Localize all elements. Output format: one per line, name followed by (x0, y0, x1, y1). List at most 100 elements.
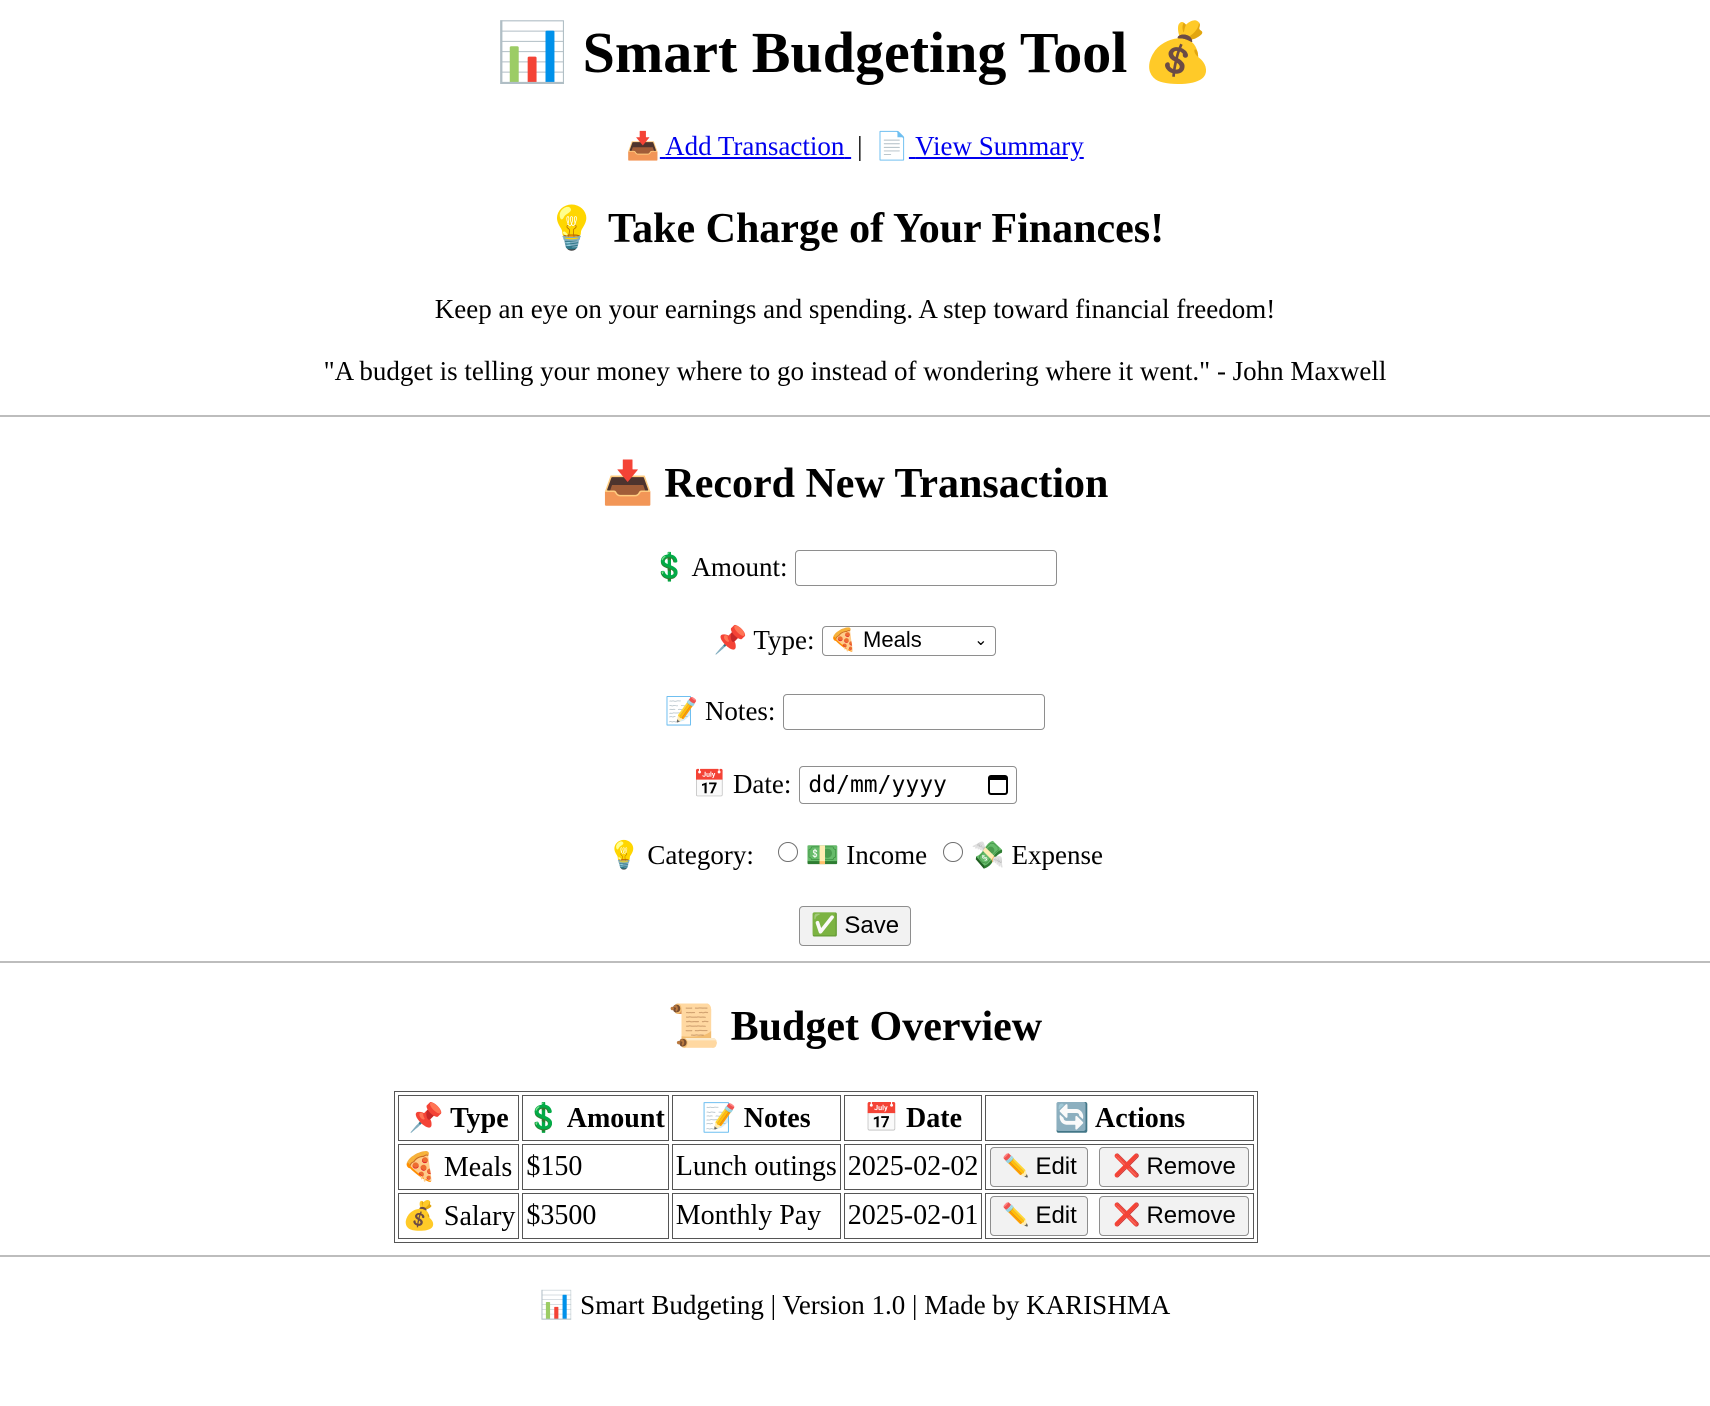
inbox-tray-icon: 📥 (601, 458, 654, 507)
calendar-picker-icon[interactable] (988, 774, 1009, 795)
save-button[interactable]: ✅ Save (799, 906, 911, 946)
income-option[interactable]: 💵 Income (806, 835, 927, 876)
notes-input[interactable] (783, 693, 1046, 730)
column-header-notes: 📝 Notes (671, 1095, 841, 1141)
cell-amount: $150 (522, 1144, 669, 1190)
column-header-type: 📌 Type (398, 1095, 520, 1141)
notes-label: 📝 Notes: (665, 691, 776, 732)
column-header-actions: 🔄 Actions (985, 1095, 1255, 1141)
category-row: 💡 Category: 💵 Income 💸 Expense (0, 835, 1710, 876)
expense-label: Expense (1011, 840, 1104, 870)
column-header-date: 📅 Date (843, 1095, 983, 1141)
page-title-text: Smart Budgeting Tool (582, 20, 1128, 85)
footer-text: Smart Budgeting | Version 1.0 | Made by … (580, 1290, 1171, 1320)
page-title: 📊 Smart Budgeting Tool 💰 (0, 14, 1710, 91)
memo-icon: 📝 (664, 696, 699, 727)
pizza-icon: 🍕 (402, 1149, 437, 1183)
form-heading-text: Record New Transaction (664, 461, 1109, 507)
amount-input[interactable] (795, 549, 1058, 586)
cell-type-text: Salary (443, 1200, 516, 1232)
pushpin-icon: 📌 (408, 1100, 444, 1134)
expense-radio[interactable] (943, 841, 964, 862)
save-row: ✅ Save (0, 906, 1710, 946)
cell-actions: ✏️ Edit ❌ Remove (985, 1144, 1255, 1190)
remove-button[interactable]: ❌ Remove (1099, 1196, 1250, 1236)
pencil-icon: ✏️ (1002, 1154, 1030, 1179)
type-label-text: Type: (753, 625, 815, 655)
add-transaction-label: Add Transaction (665, 131, 845, 161)
lightbulb-icon: 💡 (606, 840, 641, 871)
column-header-label: Date (906, 1102, 963, 1134)
cell-amount: $3500 (522, 1193, 669, 1239)
column-header-label: Type (450, 1102, 509, 1134)
pencil-icon: ✏️ (1002, 1203, 1030, 1228)
amount-label-text: Amount: (691, 552, 788, 582)
check-mark-icon: ✅ (810, 913, 839, 938)
edit-button[interactable]: ✏️ Edit (990, 1147, 1089, 1187)
cell-notes: Lunch outings (671, 1144, 841, 1190)
cell-type: 💰 Salary (398, 1193, 520, 1239)
date-label-text: Date: (732, 769, 792, 799)
table-row: 💰 Salary $3500 Monthly Pay 2025-02-01 ✏️… (398, 1193, 1255, 1239)
notes-label-text: Notes: (704, 696, 776, 726)
income-radio[interactable] (777, 841, 798, 862)
pizza-icon: 🍕 (829, 628, 857, 653)
bar-chart-icon: 📊 (495, 18, 569, 86)
column-header-label: Actions (1094, 1102, 1186, 1134)
intro-heading-text: Take Charge of Your Finances! (607, 206, 1165, 252)
column-header-label: Amount (566, 1102, 665, 1134)
money-bag-icon: 💰 (402, 1198, 437, 1232)
bar-chart-icon: 📊 (539, 1290, 574, 1321)
divider (0, 415, 1710, 417)
dollar-banknote-icon: 💵 (805, 840, 840, 871)
view-summary-link[interactable]: 📄 View Summary (875, 131, 1084, 162)
amount-row: 💲 Amount: (0, 547, 1710, 588)
cell-type: 🍕 Meals (398, 1144, 520, 1190)
notes-row: 📝 Notes: (0, 691, 1710, 732)
cell-actions: ✏️ Edit ❌ Remove (985, 1193, 1255, 1239)
lightbulb-icon: 💡 (545, 203, 599, 252)
add-transaction-link[interactable]: 📥 Add Transaction (626, 131, 851, 162)
tagline: Keep an eye on your earnings and spendin… (434, 294, 1276, 324)
cell-type-text: Meals (443, 1151, 513, 1183)
income-label: Income (846, 840, 928, 870)
date-placeholder: dd/mm/yyyy (808, 771, 947, 798)
amount-label: 💲 Amount: (653, 547, 788, 588)
type-select[interactable]: 🍕 Meals ⌄ (822, 625, 997, 656)
date-row: 📅 Date: dd/mm/yyyy (0, 764, 1710, 805)
footer: 📊 Smart Budgeting | Version 1.0 | Made b… (0, 1286, 1710, 1325)
edit-button[interactable]: ✏️ Edit (990, 1196, 1089, 1236)
dollar-icon: 💲 (652, 552, 687, 583)
refresh-icon: 🔄 (1054, 1100, 1090, 1134)
divider (0, 961, 1710, 963)
calendar-icon: 📅 (864, 1100, 900, 1134)
intro-heading: 💡 Take Charge of Your Finances! (0, 200, 1710, 257)
table-row: 🍕 Meals $150 Lunch outings 2025-02-02 ✏️… (398, 1144, 1255, 1190)
overview-heading-text: Budget Overview (730, 1004, 1043, 1050)
remove-label: Remove (1146, 1153, 1236, 1180)
type-row: 📌 Type: 🍕 Meals ⌄ (0, 620, 1710, 661)
budget-table: 📌 Type 💲 Amount 📝 Notes 📅 Date 🔄 Actions (394, 1091, 1259, 1243)
chevron-down-icon: ⌄ (974, 631, 988, 649)
cross-mark-icon: ❌ (1113, 1203, 1141, 1228)
pushpin-icon: 📌 (713, 625, 748, 656)
calendar-icon: 📅 (692, 769, 727, 800)
inbox-tray-icon: 📥 (626, 131, 660, 162)
top-nav: 📥 Add Transaction | 📄 View Summary (0, 127, 1710, 166)
edit-label: Edit (1035, 1153, 1077, 1180)
money-with-wings-icon: 💸 (971, 840, 1005, 871)
column-header-label: Notes (743, 1102, 811, 1134)
type-select-value: 🍕 Meals (829, 620, 921, 661)
nav-separator: | (857, 131, 863, 161)
remove-button[interactable]: ❌ Remove (1099, 1147, 1250, 1187)
date-input[interactable]: dd/mm/yyyy (799, 765, 1018, 804)
scroll-icon: 📜 (667, 1001, 721, 1050)
form-heading: 📥 Record New Transaction (0, 455, 1710, 512)
column-header-amount: 💲 Amount (522, 1095, 669, 1141)
dollar-icon: 💲 (526, 1100, 562, 1134)
quote: "A budget is telling your money where to… (323, 356, 1387, 386)
category-label-text: Category: (647, 840, 754, 870)
view-summary-label: View Summary (915, 131, 1084, 161)
page-icon: 📄 (875, 131, 909, 162)
expense-option[interactable]: 💸 Expense (971, 835, 1103, 876)
